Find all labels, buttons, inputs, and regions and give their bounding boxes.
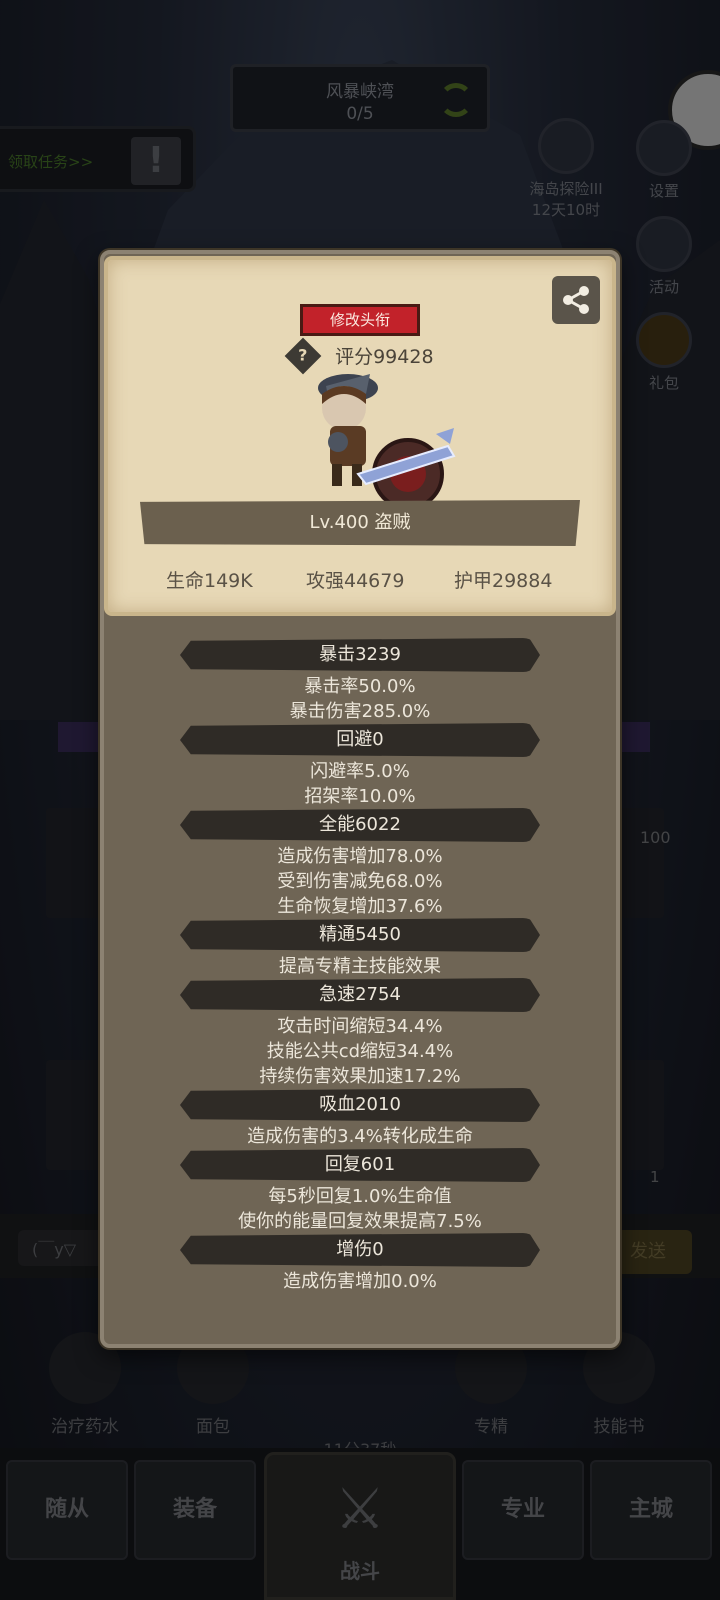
attribute-detail: 受到伤害减免68.0% xyxy=(277,871,443,892)
attribute-detail: 持续伤害效果加速17.2% xyxy=(259,1066,461,1087)
attribute-header: 暴击3239 xyxy=(180,638,540,672)
attribute-detail: 使你的能量回复效果提高7.5% xyxy=(238,1211,482,1232)
attribute-detail: 每5秒回复1.0%生命值 xyxy=(268,1186,452,1207)
attribute-detail: 攻击时间缩短34.4% xyxy=(277,1016,443,1037)
attribute-detail: 造成伤害增加78.0% xyxy=(277,846,443,867)
attribute-detail: 暴击率50.0% xyxy=(304,676,416,697)
share-button[interactable] xyxy=(552,276,600,324)
stat-hp: 生命149K xyxy=(166,570,253,592)
attribute-header: 回避0 xyxy=(180,723,540,757)
attribute-detail: 技能公共cd缩短34.4% xyxy=(266,1041,454,1062)
attribute-header: 精通5450 xyxy=(180,918,540,952)
level-class-banner: Lv.400 盗贼 xyxy=(140,500,580,546)
attribute-detail: 造成伤害增加0.0% xyxy=(283,1271,437,1292)
attribute-detail: 生命恢复增加37.6% xyxy=(277,896,443,917)
stat-armor: 护甲29884 xyxy=(454,570,553,592)
core-stats: 生命149K 攻强44679 护甲29884 xyxy=(104,566,616,596)
character-avatar xyxy=(318,374,456,510)
attribute-header: 吸血2010 xyxy=(180,1088,540,1122)
attribute-header: 回复601 xyxy=(180,1148,540,1182)
attribute-detail: 提高专精主技能效果 xyxy=(279,956,441,977)
attribute-detail: 闪避率5.0% xyxy=(310,761,410,782)
attribute-detail: 招架率10.0% xyxy=(304,786,416,807)
share-icon xyxy=(563,286,589,314)
attribute-header: 全能6022 xyxy=(180,808,540,842)
attribute-detail: 造成伤害的3.4%转化成生命 xyxy=(247,1126,473,1147)
attribute-detail: 暴击伤害285.0% xyxy=(289,701,431,722)
attribute-header: 增伤0 xyxy=(180,1233,540,1267)
stat-attack: 攻强44679 xyxy=(306,570,405,592)
attribute-header: 急速2754 xyxy=(180,978,540,1012)
edit-title-button[interactable]: 修改头衔 xyxy=(300,304,420,336)
